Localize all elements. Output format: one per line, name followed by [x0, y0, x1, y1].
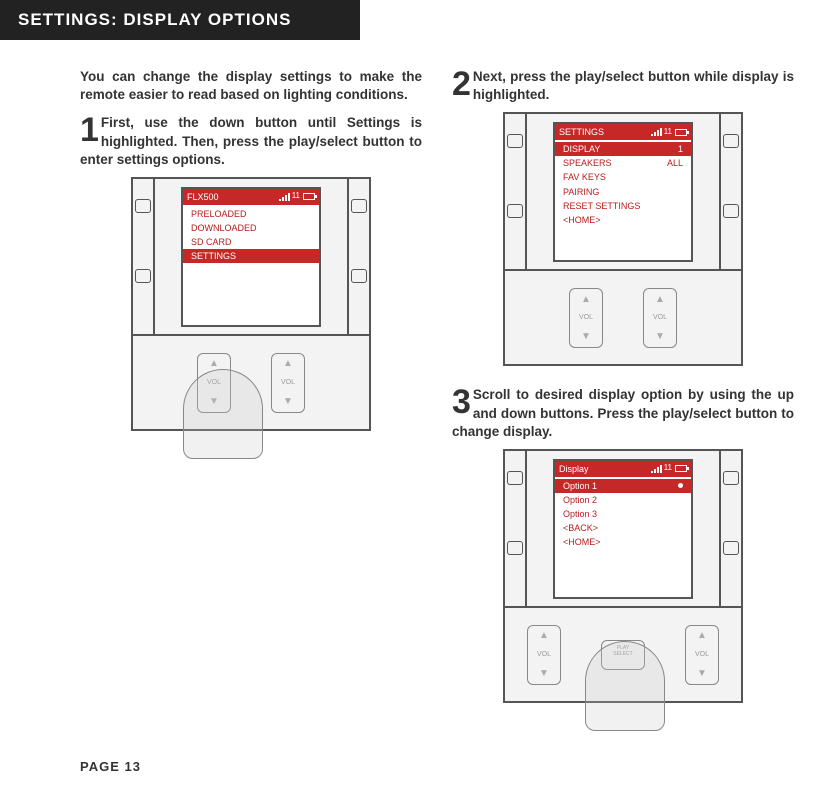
- screen-2-status-num: 11: [664, 127, 672, 138]
- thumb-icon: [585, 641, 665, 731]
- battery-icon: [675, 129, 687, 136]
- step-1-text: 1 First, use the down button until Setti…: [80, 114, 422, 169]
- battery-icon: [303, 193, 315, 200]
- screen-1: FLX500 11 PRELOADED DOWNLOADED SD CARD: [181, 187, 321, 327]
- step-3-text: 3 Scroll to desired display option by us…: [452, 386, 794, 441]
- button-panel-3: ▲ VOL ▼ PLAY SELECT ▲ VOL ▼: [505, 606, 741, 701]
- screen-3: Display 11 Option 1 Option 2: [553, 459, 693, 599]
- screen-3-title: Display: [559, 463, 589, 475]
- chevron-down-icon: ▼: [539, 667, 549, 681]
- button-panel-2: ▲ VOL ▼ ▲ VOL ▼: [505, 269, 741, 364]
- page-number: PAGE 13: [80, 759, 141, 774]
- step-2-text: 2 Next, press the play/select button whi…: [452, 68, 794, 104]
- column-right: 2 Next, press the play/select button whi…: [452, 68, 794, 723]
- vol-up-button: ▲ VOL ▼: [685, 625, 719, 685]
- menu-item: FAV KEYS: [561, 170, 685, 184]
- vol-up-button: ▲ VOL ▼: [271, 353, 305, 413]
- remote-illustration-1: FLX500 11 PRELOADED DOWNLOADED SD CARD: [131, 177, 371, 431]
- signal-icon: [651, 128, 661, 136]
- signal-icon: [279, 193, 289, 201]
- remote-illustration-2: SETTINGS 11 DISPLAY1 SPEAKERSALL: [503, 112, 743, 366]
- menu-item-highlighted: DISPLAY1: [555, 142, 691, 156]
- menu-item: SPEAKERSALL: [561, 156, 685, 170]
- chevron-up-icon: ▲: [283, 357, 293, 371]
- battery-icon: [675, 465, 687, 472]
- chevron-up-icon: ▲: [581, 293, 591, 307]
- chevron-up-icon: ▲: [697, 629, 707, 643]
- chevron-up-icon: ▲: [539, 629, 549, 643]
- menu-item-highlighted: Option 1: [555, 479, 691, 493]
- menu-item: <HOME>: [561, 535, 685, 549]
- chevron-down-icon: ▼: [655, 330, 665, 344]
- chevron-down-icon: ▼: [581, 330, 591, 344]
- chevron-down-icon: ▼: [283, 395, 293, 409]
- selected-dot-icon: [678, 483, 683, 488]
- menu-item: <HOME>: [561, 213, 685, 227]
- step-3-number: 3: [452, 388, 471, 417]
- vol-up-button: ▲ VOL ▼: [643, 288, 677, 348]
- step-2-number: 2: [452, 70, 471, 99]
- remote-illustration-3: Display 11 Option 1 Option 2: [503, 449, 743, 703]
- signal-icon: [651, 465, 661, 473]
- content-columns: You can change the display settings to m…: [0, 40, 824, 723]
- menu-item: Option 2: [561, 493, 685, 507]
- chevron-up-icon: ▲: [655, 293, 665, 307]
- menu-item: DOWNLOADED: [189, 221, 313, 235]
- thumb-icon: [183, 369, 263, 459]
- intro-text: You can change the display settings to m…: [80, 68, 422, 104]
- screen-1-title: FLX500: [187, 191, 219, 203]
- menu-item: PRELOADED: [189, 207, 313, 221]
- screen-3-status-num: 11: [664, 463, 672, 474]
- menu-item: RESET SETTINGS: [561, 199, 685, 213]
- menu-item: PAIRING: [561, 185, 685, 199]
- page-header: SETTINGS: DISPLAY OPTIONS: [0, 0, 360, 40]
- menu-item-highlighted: SETTINGS: [183, 249, 319, 263]
- step-1-number: 1: [80, 116, 99, 145]
- menu-item: Option 3: [561, 507, 685, 521]
- vol-down-button: ▲ VOL ▼: [527, 625, 561, 685]
- screen-1-status-num: 11: [292, 191, 300, 202]
- chevron-down-icon: ▼: [697, 667, 707, 681]
- button-panel-1: ▲ VOL ▼ ▲ VOL ▼: [133, 334, 369, 429]
- screen-2-title: SETTINGS: [559, 126, 604, 138]
- screen-2: SETTINGS 11 DISPLAY1 SPEAKERSALL: [553, 122, 693, 262]
- menu-item: <BACK>: [561, 521, 685, 535]
- menu-item: SD CARD: [189, 235, 313, 249]
- column-left: You can change the display settings to m…: [80, 68, 422, 723]
- vol-down-button: ▲ VOL ▼: [569, 288, 603, 348]
